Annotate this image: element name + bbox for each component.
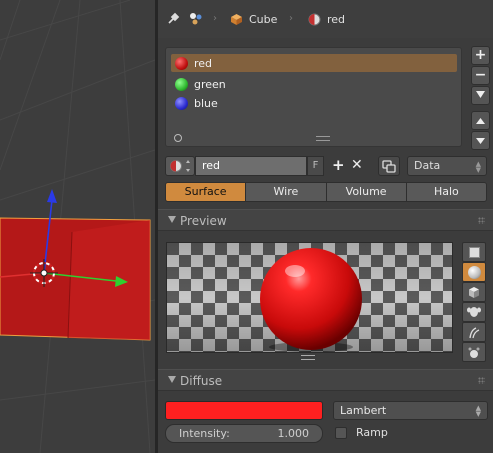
viewport-scene	[0, 0, 155, 453]
filter-icon[interactable]	[174, 134, 182, 142]
3d-viewport[interactable]	[0, 0, 155, 453]
diffuse-title: Diffuse	[180, 374, 223, 388]
breadcrumb-object[interactable]: Cube	[230, 11, 277, 27]
dropdown-arrows-icon: ▲ ▼	[475, 404, 481, 418]
remove-slot-button[interactable]: −	[471, 66, 490, 85]
unlink-material-button[interactable]: ✕	[351, 157, 367, 175]
breadcrumb-separator: ›	[213, 13, 217, 24]
new-material-button[interactable]: +	[332, 157, 348, 175]
material-ball-icon	[175, 77, 188, 91]
diffuse-color-swatch[interactable]	[165, 401, 323, 420]
intensity-label: Intensity:	[179, 427, 230, 440]
ramp-checkbox[interactable]	[335, 427, 347, 439]
preview-cube-button[interactable]	[462, 282, 486, 302]
expand-triangle-icon	[168, 216, 176, 223]
move-slot-down-button[interactable]	[471, 131, 490, 150]
hair-icon	[469, 326, 480, 338]
list-item[interactable]: green	[171, 75, 457, 93]
chevron-down-icon	[476, 91, 485, 98]
scene-data-icon	[188, 11, 204, 27]
preview-sphere-sky-button[interactable]	[462, 342, 486, 362]
list-item[interactable]: blue	[171, 94, 457, 112]
link-toggle-button[interactable]	[378, 156, 400, 176]
link-dropdown-value: Data	[414, 159, 441, 172]
preview-flat-button[interactable]	[462, 242, 486, 262]
tab-wire[interactable]: Wire	[246, 183, 327, 201]
breadcrumb-separator: ›	[289, 13, 293, 24]
tab-volume[interactable]: Volume	[326, 183, 407, 201]
dropdown-arrows-icon: ▲ ▼	[475, 160, 481, 174]
link-icon	[382, 160, 396, 173]
material-ball-icon	[175, 96, 188, 110]
preview-sphere-button[interactable]	[462, 262, 486, 282]
drag-handle-icon[interactable]	[478, 217, 485, 224]
resize-grip[interactable]	[301, 355, 315, 360]
breadcrumb-object-label: Cube	[249, 12, 278, 26]
preview-render	[167, 243, 452, 352]
diffuse-panel-header[interactable]: Diffuse	[158, 369, 493, 391]
move-slot-up-button[interactable]	[471, 111, 490, 130]
add-slot-button[interactable]: +	[471, 46, 490, 65]
resize-grip[interactable]	[316, 136, 330, 141]
material-preview	[166, 242, 453, 353]
browse-material-button[interactable]	[165, 156, 195, 176]
slot-label: red	[194, 56, 213, 70]
list-item[interactable]: red	[171, 54, 457, 72]
preview-panel-header[interactable]: Preview	[158, 209, 493, 231]
monkey-icon	[467, 307, 481, 317]
sphere-sky-icon	[468, 347, 480, 358]
tab-halo[interactable]: Halo	[406, 183, 486, 201]
arrow-down-icon	[476, 138, 485, 144]
properties-panel: › Cube › red red green blue + − red F + …	[158, 0, 493, 453]
sphere-icon	[467, 265, 481, 279]
material-slots-list[interactable]: red green blue	[165, 47, 462, 147]
arrow-up-icon	[476, 118, 485, 124]
preview-title: Preview	[180, 214, 227, 228]
material-icon	[308, 13, 321, 25]
material-name-field[interactable]: red	[195, 156, 307, 176]
intensity-value: 1.000	[277, 427, 310, 440]
pin-icon[interactable]	[166, 11, 180, 27]
properties-header: › Cube › red	[158, 0, 493, 38]
material-type-tabs: Surface Wire Volume Halo	[165, 182, 487, 202]
preview-hair-button[interactable]	[462, 322, 486, 342]
slot-label: blue	[194, 96, 218, 110]
intensity-slider[interactable]: Intensity: 1.000	[165, 424, 323, 443]
cube-icon	[469, 286, 479, 298]
breadcrumb-material[interactable]: red	[308, 11, 345, 27]
plane-icon	[468, 246, 480, 258]
link-dropdown[interactable]: Data ▲ ▼	[407, 156, 487, 176]
diffuse-shader-value: Lambert	[340, 404, 387, 417]
cube-icon	[231, 13, 242, 25]
drag-handle-icon[interactable]	[478, 377, 485, 384]
slot-specials-button[interactable]	[471, 86, 490, 105]
material-icon	[170, 160, 190, 172]
ramp-label: Ramp	[356, 426, 388, 439]
fake-user-toggle[interactable]: F	[307, 156, 324, 176]
material-ball-icon	[175, 56, 188, 70]
tab-surface[interactable]: Surface	[166, 183, 247, 201]
slot-label: green	[194, 77, 226, 91]
preview-monkey-button[interactable]	[462, 302, 486, 322]
breadcrumb-material-label: red	[327, 12, 346, 26]
diffuse-shader-dropdown[interactable]: Lambert ▲ ▼	[333, 401, 488, 420]
expand-triangle-icon	[168, 376, 176, 383]
